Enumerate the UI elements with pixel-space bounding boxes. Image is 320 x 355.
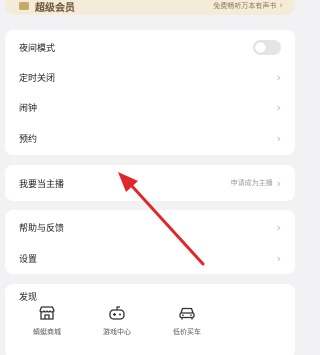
settings-label: 设置 xyxy=(19,254,38,265)
vip-banner[interactable]: 超级会员 免费畅听万本有声书 › xyxy=(5,0,295,15)
discover-label-games: 游戏中心 xyxy=(103,328,131,336)
toggle-knob xyxy=(255,41,266,53)
vip-banner-right: 免费畅听万本有声书 › xyxy=(213,1,283,11)
sleep-timer-label: 定时关闭 xyxy=(19,73,56,84)
become-anchor-row[interactable]: 我要当主播 申请成为主播 › xyxy=(5,168,295,198)
gamepad-icon xyxy=(109,306,125,320)
discover-item-car[interactable]: 低价买车 xyxy=(157,304,217,337)
vip-banner-left: 超级会员 xyxy=(19,0,75,14)
reservation-label: 预约 xyxy=(19,134,38,145)
discover-item-shop[interactable]: 蜻蜓商城 xyxy=(17,304,77,337)
shop-icon xyxy=(39,306,55,320)
discover-card: 发现 蜻蜓商城 游戏中心 低价买车 xyxy=(5,284,295,355)
chevron-right-icon: › xyxy=(276,100,281,114)
chevron-right-icon: › xyxy=(276,251,281,265)
chevron-right-icon: › xyxy=(276,70,281,84)
night-mode-label: 夜间模式 xyxy=(19,43,56,54)
night-mode-row[interactable]: 夜间模式 xyxy=(5,32,295,62)
discover-label-car: 低价买车 xyxy=(173,328,201,336)
help-feedback-row[interactable]: 帮助与反馈 › xyxy=(5,212,295,242)
vip-subtitle: 免费畅听万本有声书 xyxy=(213,2,277,10)
become-anchor-label: 我要当主播 xyxy=(19,179,65,190)
settings-card-general: 夜间模式 定时关闭 › 闹钟 › 预约 › xyxy=(5,30,295,155)
chevron-right-icon: › xyxy=(279,1,283,11)
anchor-card: 我要当主播 申请成为主播 › xyxy=(5,165,295,201)
become-anchor-right: 申请成为主播 › xyxy=(231,178,281,189)
reservation-row[interactable]: 预约 › xyxy=(5,123,295,153)
chevron-right-icon: › xyxy=(276,220,281,234)
apply-anchor-hint: 申请成为主播 xyxy=(230,179,273,187)
settings-card-help: 帮助与反馈 › 设置 › xyxy=(5,210,295,274)
alarm-label: 闹钟 xyxy=(19,103,38,114)
car-icon xyxy=(179,307,195,320)
vip-crown-icon xyxy=(19,2,29,10)
vip-title: 超级会员 xyxy=(35,2,75,14)
chevron-right-icon: › xyxy=(276,131,281,145)
chevron-right-icon: › xyxy=(276,176,281,190)
sleep-timer-row[interactable]: 定时关闭 › xyxy=(5,62,295,92)
night-mode-toggle[interactable] xyxy=(253,39,281,55)
discover-title: 发现 xyxy=(19,293,38,303)
help-feedback-label: 帮助与反馈 xyxy=(19,223,65,234)
discover-item-games[interactable]: 游戏中心 xyxy=(87,304,147,337)
alarm-row[interactable]: 闹钟 › xyxy=(5,92,295,122)
discover-label-shop: 蜻蜓商城 xyxy=(33,328,61,336)
settings-row[interactable]: 设置 › xyxy=(5,243,295,273)
